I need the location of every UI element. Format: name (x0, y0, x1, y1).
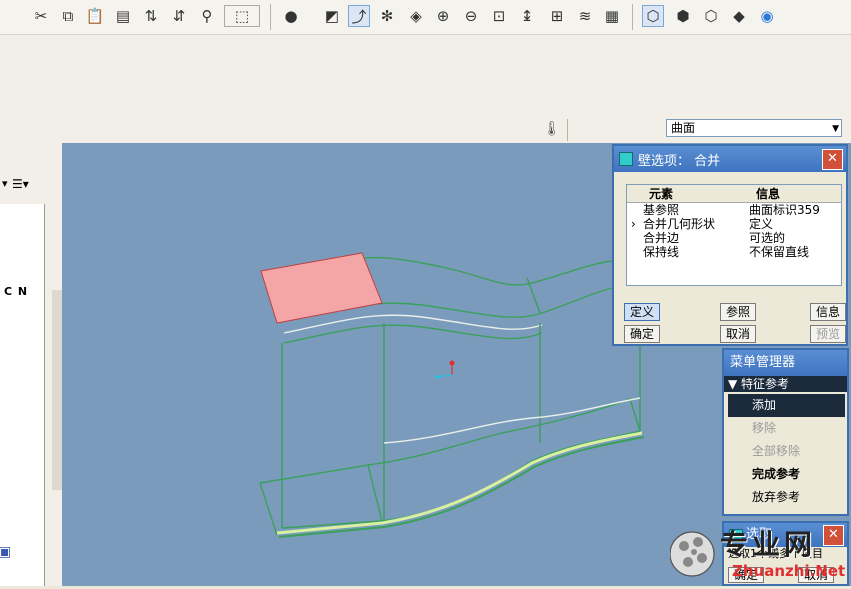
toolbar-area: · (0, 35, 851, 126)
model-icon: ▣ (0, 544, 12, 560)
menu-item-remove: 移除 (752, 421, 777, 435)
wireframe-icon[interactable]: ⬢ (672, 5, 694, 27)
surface-edge (283, 314, 543, 334)
column-header: 信息 (756, 187, 781, 201)
watermark-url: Zhuanzhi.Net (732, 562, 846, 580)
zoom-in-icon[interactable]: ⊕ (432, 5, 454, 27)
lower-edge (367, 398, 641, 466)
csys-point (435, 375, 439, 379)
menu-item-done-refs[interactable]: 完成参考 (724, 463, 847, 486)
ok-button[interactable]: 确定 (624, 325, 660, 343)
list-item[interactable]: 合并边 可选的 (627, 231, 841, 245)
saved-views-icon[interactable]: ▦ (601, 5, 623, 27)
regen-manager-icon[interactable]: ⇵ (168, 5, 190, 27)
datum-points-icon[interactable]: ⤴ (348, 5, 370, 27)
list-item[interactable]: 基参照 曲面标识359 (627, 203, 841, 217)
info-button[interactable]: 信息 (810, 303, 846, 321)
element-name: 合并边 (643, 231, 680, 245)
menu-title: 菜单管理器 (724, 350, 847, 376)
shaded-icon[interactable]: ◆ (728, 5, 750, 27)
element-name: 合并几何形状 (643, 217, 716, 231)
lower-edge (259, 482, 278, 536)
close-icon[interactable]: ✕ (822, 149, 843, 170)
wall-options-dialog: 壁选项： 合并 ✕ 元素 信息 基参照 曲面标识359 › 合并几何形状 定义 合… (612, 144, 848, 346)
lower-edge (259, 464, 383, 522)
spin-center-icon[interactable]: ✻ (376, 5, 398, 27)
highlighted-surface (260, 252, 383, 324)
sketcher-display-icon[interactable]: ◩ (321, 5, 343, 27)
menu-item-remove-all: 全部移除 (752, 444, 801, 458)
orient-icon[interactable]: ◈ (405, 5, 427, 27)
model-tree: C N ▣ (0, 204, 45, 586)
element-name: 基参照 (643, 203, 680, 217)
binoculars-icon[interactable]: ⚲ (196, 5, 218, 27)
bottom-edge (278, 436, 645, 538)
define-button[interactable]: 定义 (624, 303, 660, 321)
reference-button[interactable]: 参照 (720, 303, 756, 321)
csys-axis (436, 374, 453, 378)
surface-edge (283, 324, 543, 344)
isometric-icon[interactable]: ⬡ (642, 5, 664, 27)
shading-icon[interactable]: ● (280, 5, 302, 27)
list-header: 元素 信息 (627, 185, 841, 203)
regenerate-icon[interactable]: ⇅ (140, 5, 162, 27)
tree-filter-icon[interactable]: ☰▾ (12, 177, 29, 191)
dialog-icon (619, 152, 633, 166)
toolbar-separator (270, 4, 271, 30)
sash-handle[interactable] (52, 290, 62, 490)
copy-icon[interactable]: ⧉ (57, 5, 79, 27)
element-info: 定义 (749, 217, 774, 231)
column-header: 元素 (649, 187, 674, 201)
selection-filter[interactable]: 曲面 ▼ (666, 119, 842, 137)
element-list[interactable]: 元素 信息 基参照 曲面标识359 › 合并几何形状 定义 合并边 可选的 保持线… (626, 184, 842, 286)
element-info: 可选的 (749, 231, 786, 245)
inner-curve (383, 397, 641, 444)
chevron-down-icon[interactable]: ▼ (832, 121, 839, 137)
list-item[interactable]: › 合并几何形状 定义 (627, 217, 841, 231)
model-tree-icon[interactable]: ≋ (574, 5, 596, 27)
hidden-line-icon[interactable]: ⬡ (700, 5, 722, 27)
zoom-out-icon[interactable]: ⊖ (460, 5, 482, 27)
refit-icon[interactable]: ⊡ (488, 5, 510, 27)
scissors-icon[interactable]: ✂ (30, 5, 52, 27)
menu-item-add[interactable]: 添加 (728, 394, 845, 417)
element-info: 不保留直线 (749, 245, 810, 259)
preview-button: 预览 (810, 325, 846, 343)
menu-item-quit-refs[interactable]: 放弃参考 (724, 486, 847, 509)
toolbar-separator (567, 119, 568, 141)
watermark-text: 专业网 (720, 528, 817, 561)
menu-manager: 菜单管理器 ▼ 特征参考 添加 移除 全部移除 完成参考 放弃参考 (722, 348, 849, 516)
submenu-label: 特征参考 (741, 377, 790, 391)
filter-value: 曲面 (671, 121, 696, 135)
select-box-icon[interactable]: ⬚ (224, 5, 260, 27)
element-info: 曲面标识359 (749, 203, 820, 217)
cancel-button[interactable]: 取消 (720, 325, 756, 343)
main-toolbar: ✂ ⧉ 📋 ▤ ⇅ ⇵ ⚲ ⬚ ● ◩ ⤴ ✻ ◈ ⊕ ⊖ ⊡ ↨ ⊞ ≋ ▦ … (0, 0, 851, 35)
tree-label: C N (4, 285, 29, 298)
paste-icon[interactable]: 📋 (84, 5, 106, 27)
dialog-titlebar: 壁选项： 合并 ✕ (614, 146, 846, 172)
thermometer-icon: 🌡 (543, 121, 561, 137)
annotation-icon[interactable]: ⊞ (546, 5, 568, 27)
toolbar-separator (632, 4, 633, 30)
list-item[interactable]: 保持线 不保留直线 (627, 245, 841, 259)
sphere-icon[interactable]: ◉ (756, 5, 778, 27)
paste-special-icon[interactable]: ▤ (112, 5, 134, 27)
layers-icon[interactable]: ↨ (516, 5, 538, 27)
row-marker: › (631, 217, 636, 231)
element-name: 保持线 (643, 245, 680, 259)
submenu-header[interactable]: ▼ 特征参考 (724, 376, 847, 392)
dialog-title: 壁选项： 合并 (638, 153, 721, 169)
show-menu-icon[interactable]: ▾ (2, 177, 8, 190)
